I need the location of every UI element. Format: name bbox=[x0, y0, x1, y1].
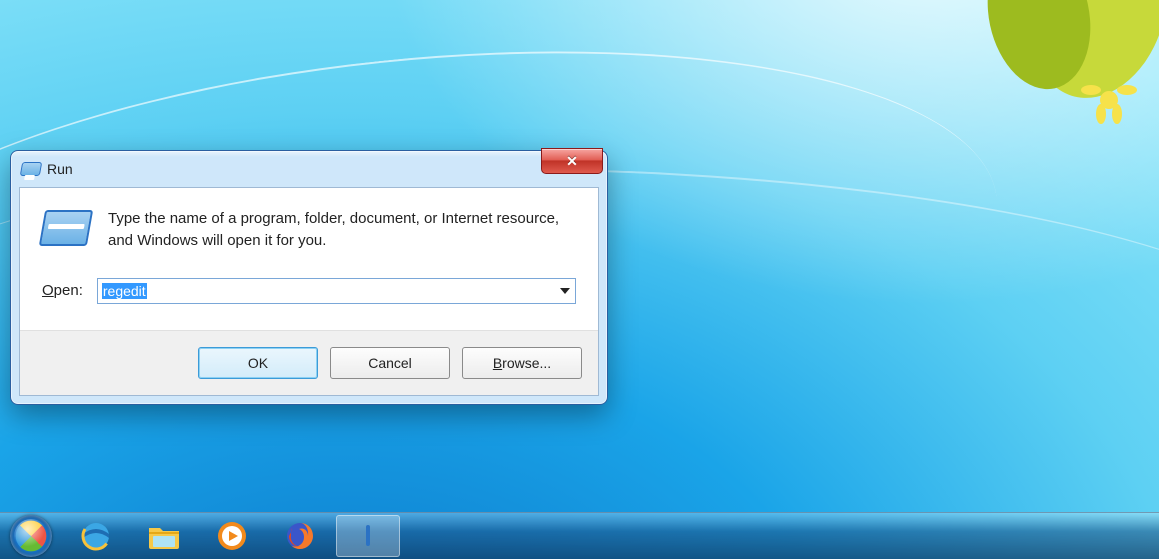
windows-orb-icon bbox=[10, 515, 52, 557]
run-icon bbox=[21, 161, 41, 177]
taskbar bbox=[0, 512, 1159, 559]
open-combobox[interactable]: regedit bbox=[97, 278, 576, 304]
folder-icon bbox=[146, 520, 182, 552]
run-icon bbox=[366, 527, 370, 545]
run-dialog-icon bbox=[42, 208, 90, 248]
chevron-down-icon bbox=[560, 288, 570, 294]
client-area: Type the name of a program, folder, docu… bbox=[19, 187, 599, 396]
wallpaper-leaf bbox=[899, 0, 1159, 160]
start-button[interactable] bbox=[0, 513, 62, 559]
close-icon: ✕ bbox=[566, 153, 578, 170]
taskbar-item-firefox[interactable] bbox=[268, 515, 332, 557]
taskbar-item-file-explorer[interactable] bbox=[132, 515, 196, 557]
internet-explorer-icon bbox=[78, 520, 114, 552]
media-player-icon bbox=[214, 520, 250, 552]
titlebar[interactable]: Run ✕ bbox=[11, 151, 607, 187]
close-button[interactable]: ✕ bbox=[541, 148, 603, 174]
firefox-icon bbox=[282, 520, 318, 552]
desktop: Run ✕ Type the name of a program, folder… bbox=[0, 0, 1159, 559]
combobox-dropdown-button[interactable] bbox=[555, 279, 575, 303]
window-title: Run bbox=[47, 161, 73, 177]
cancel-button[interactable]: Cancel bbox=[330, 347, 450, 379]
taskbar-item-internet-explorer[interactable] bbox=[64, 515, 128, 557]
open-label: Open: bbox=[42, 282, 83, 299]
ok-button[interactable]: OK bbox=[198, 347, 318, 379]
open-input[interactable]: regedit bbox=[98, 281, 555, 301]
description-text: Type the name of a program, folder, docu… bbox=[108, 208, 576, 252]
run-dialog-window: Run ✕ Type the name of a program, folder… bbox=[10, 150, 608, 405]
button-row: OK Cancel Browse... bbox=[20, 330, 598, 395]
taskbar-item-run-dialog[interactable] bbox=[336, 515, 400, 557]
browse-button[interactable]: Browse... bbox=[462, 347, 582, 379]
taskbar-item-media-player[interactable] bbox=[200, 515, 264, 557]
